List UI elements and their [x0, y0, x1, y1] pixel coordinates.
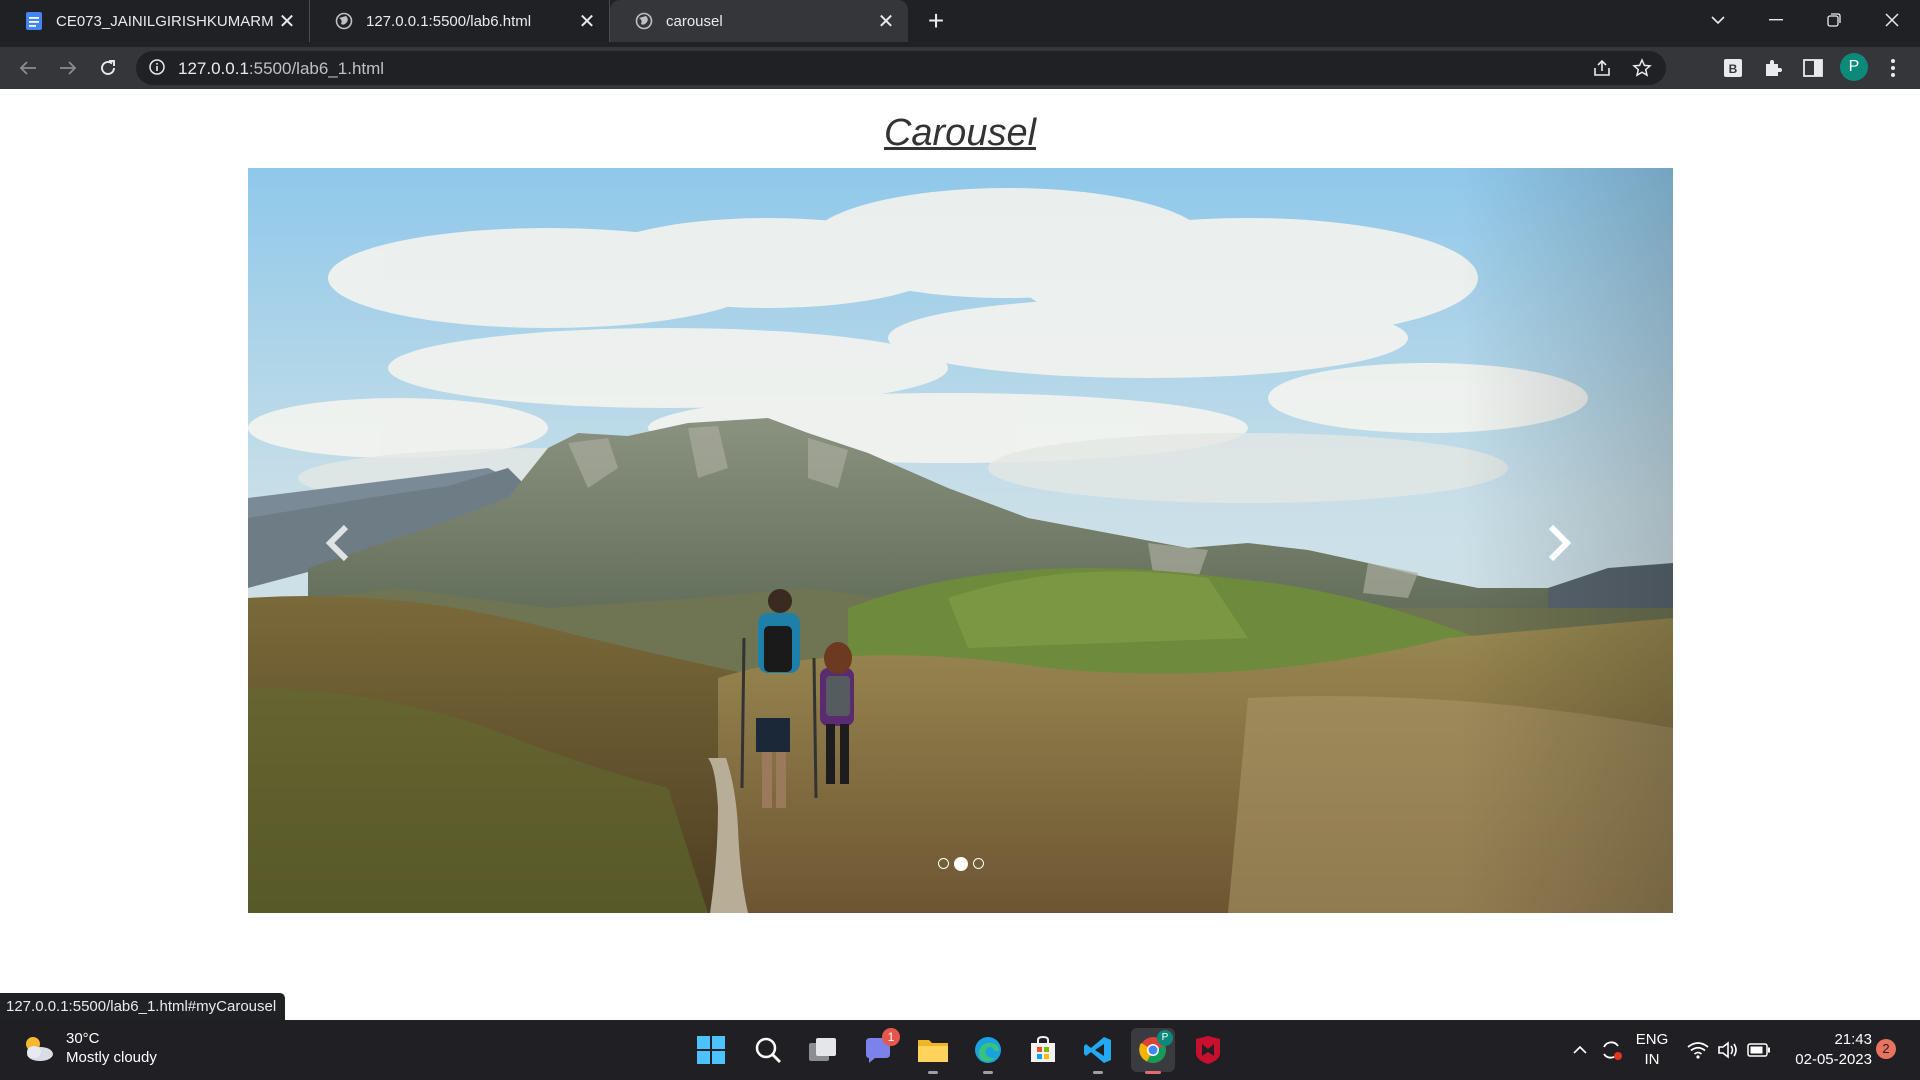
page-title: Carousel [883, 112, 1037, 154]
chrome-profile-badge: P [1157, 1030, 1173, 1046]
close-tab-icon[interactable]: ✕ [872, 9, 900, 34]
close-tab-icon[interactable]: ✕ [273, 9, 301, 34]
web-page: Carousel [0, 89, 1920, 1020]
forward-icon[interactable] [52, 52, 84, 84]
tab-carousel[interactable]: carousel ✕ [610, 0, 908, 42]
weather-widget[interactable]: 30°C Mostly cloudy [20, 1029, 157, 1067]
clock-date: 02-05-2023 [1795, 1051, 1872, 1068]
running-indicator [1093, 1071, 1103, 1074]
restore-icon[interactable] [1806, 0, 1862, 40]
teams-badge: 1 [882, 1028, 900, 1046]
weather-temp: 30°C [66, 1030, 100, 1047]
vscode-icon[interactable] [1076, 1028, 1120, 1074]
running-indicator [928, 1071, 938, 1074]
carousel-indicators [248, 857, 1673, 871]
side-panel-icon[interactable] [1802, 57, 1824, 79]
running-indicator [983, 1071, 993, 1074]
volume-icon[interactable] [1714, 1020, 1742, 1080]
tab-title: CE073_JAINILGIRISHKUMARMODI [56, 12, 273, 30]
mcafee-icon[interactable] [1186, 1028, 1230, 1072]
tab-search-icon[interactable] [1690, 0, 1746, 40]
clock[interactable]: 21:43 02-05-2023 [1782, 1030, 1872, 1070]
globe-icon [634, 11, 654, 31]
file-explorer-icon[interactable] [911, 1028, 955, 1074]
carousel-next-button[interactable] [1529, 508, 1589, 578]
teams-chat-icon[interactable]: 1 [856, 1028, 900, 1072]
docs-icon [24, 11, 44, 31]
extensions-puzzle-icon[interactable] [1762, 57, 1784, 79]
clock-time: 21:43 [1834, 1031, 1872, 1048]
new-tab-button[interactable]: + [920, 6, 952, 38]
extension-b-icon[interactable]: B [1722, 57, 1744, 79]
tab-title: 127.0.0.1:5500/lab6.html [366, 12, 532, 30]
url-text: 127.0.0.1:5500/lab6_1.html [178, 59, 385, 78]
chrome-icon[interactable]: P [1131, 1028, 1175, 1074]
windows-taskbar: 30°C Mostly cloudy 1 P ENG IN 21:43 02-0… [0, 1020, 1920, 1080]
tab-docs[interactable]: CE073_JAINILGIRISHKUMARMODI ✕ [0, 0, 310, 42]
notification-badge[interactable]: 2 [1876, 1039, 1896, 1059]
close-window-icon[interactable] [1864, 0, 1920, 40]
svg-text:B: B [1729, 62, 1738, 76]
menu-kebab-icon[interactable] [1882, 57, 1904, 79]
search-icon[interactable] [746, 1028, 790, 1072]
wifi-icon[interactable] [1684, 1020, 1712, 1080]
image-carousel[interactable] [248, 168, 1673, 913]
close-tab-icon[interactable]: ✕ [573, 9, 601, 34]
partly-cloudy-icon [26, 1037, 53, 1061]
edge-icon[interactable] [966, 1028, 1010, 1074]
tab-strip: CE073_JAINILGIRISHKUMARMODI ✕ 127.0.0.1:… [0, 0, 1920, 47]
battery-icon[interactable] [1744, 1020, 1774, 1080]
start-windows-icon[interactable] [689, 1028, 733, 1072]
show-hidden-icons-chevron-up-icon[interactable] [1566, 1020, 1594, 1080]
profile-avatar[interactable]: P [1840, 53, 1868, 81]
chevron-left-icon [325, 524, 349, 562]
indicator-dot[interactable] [972, 858, 984, 869]
weather-desc: Mostly cloudy [66, 1049, 157, 1066]
reload-icon[interactable] [92, 52, 124, 84]
minimize-icon[interactable] [1748, 0, 1804, 40]
tab-title: carousel [666, 12, 723, 30]
link-status-bubble: 127.0.0.1:5500/lab6_1.html#myCarousel [0, 993, 286, 1020]
sync-icon[interactable] [1596, 1020, 1626, 1080]
language-indicator[interactable]: ENG IN [1632, 1030, 1672, 1070]
address-bar[interactable]: 127.0.0.1:5500/lab6_1.html [136, 51, 1666, 85]
share-icon[interactable] [1592, 58, 1612, 78]
bookmark-star-icon[interactable] [1632, 58, 1652, 78]
site-info-icon[interactable] [148, 58, 168, 78]
carousel-prev-button[interactable] [308, 508, 368, 578]
indicator-dot[interactable] [937, 858, 949, 869]
indicator-dot-active[interactable] [953, 857, 968, 871]
microsoft-store-icon[interactable] [1021, 1028, 1065, 1072]
tab-lab6[interactable]: 127.0.0.1:5500/lab6.html ✕ [310, 0, 610, 42]
browser-toolbar: 127.0.0.1:5500/lab6_1.html B P [0, 47, 1920, 89]
globe-icon [334, 11, 354, 31]
task-view-icon[interactable] [801, 1028, 845, 1072]
running-indicator-active [1145, 1071, 1161, 1074]
chevron-right-icon [1548, 524, 1572, 562]
back-icon[interactable] [12, 52, 44, 84]
